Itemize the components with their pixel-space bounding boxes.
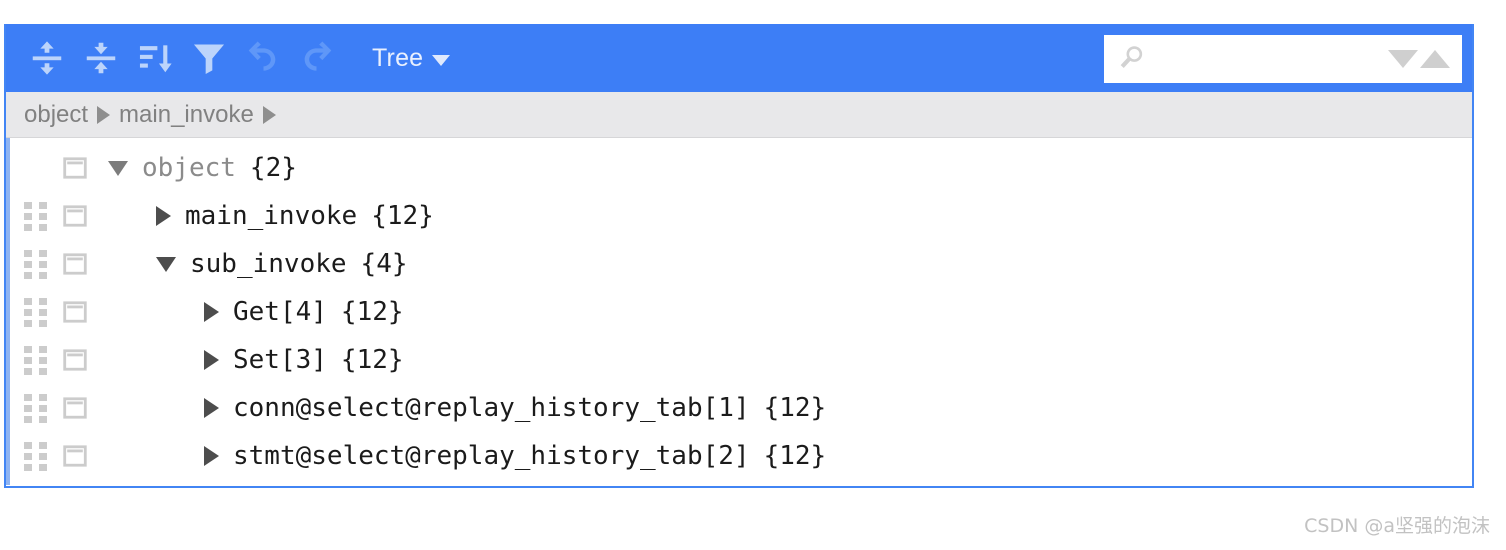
breadcrumb-item-object[interactable]: object bbox=[24, 101, 88, 129]
tree-node-label: Get[4] bbox=[233, 297, 327, 327]
drag-handle[interactable] bbox=[24, 201, 47, 231]
drag-handle[interactable] bbox=[24, 441, 47, 471]
tree-node[interactable]: object {2} bbox=[108, 153, 297, 183]
expand-all-button[interactable] bbox=[20, 31, 74, 85]
card-icon[interactable] bbox=[62, 155, 88, 181]
undo-button[interactable] bbox=[236, 31, 290, 85]
toggle-expand-icon[interactable] bbox=[204, 302, 219, 322]
undo-icon bbox=[243, 38, 283, 78]
tree-node-count: {2} bbox=[249, 153, 297, 183]
toggle-collapse-icon[interactable] bbox=[108, 160, 128, 176]
tree-node-label: conn@select@replay_history_tab[1] bbox=[233, 393, 750, 423]
search-box[interactable] bbox=[1104, 35, 1462, 83]
breadcrumb-separator-icon bbox=[97, 105, 111, 124]
breadcrumb-separator-icon bbox=[262, 105, 276, 124]
toggle-expand-icon[interactable] bbox=[156, 206, 171, 226]
watermark: CSDN @a坚强的泡沫 bbox=[1304, 515, 1490, 537]
breadcrumb-item-main-invoke[interactable]: main_invoke bbox=[119, 101, 254, 129]
drag-handle[interactable] bbox=[24, 345, 47, 375]
sort-icon bbox=[136, 39, 174, 77]
json-editor-panel: Tree object main_invoke object {2} main_… bbox=[4, 24, 1474, 488]
tree-node[interactable]: Set[3] {12} bbox=[204, 345, 404, 375]
tree-node-count: {12} bbox=[340, 345, 404, 375]
tree-node-label: main_invoke bbox=[185, 201, 358, 231]
card-icon[interactable] bbox=[62, 347, 88, 373]
tree-node-count: {12} bbox=[763, 393, 827, 423]
tree-row[interactable]: Set[3] {12} bbox=[6, 336, 1472, 384]
triangle-down-icon[interactable] bbox=[1388, 50, 1418, 68]
filter-icon bbox=[190, 39, 228, 77]
tree-row[interactable]: conn@select@replay_history_tab[1] {12} bbox=[6, 384, 1472, 432]
mode-menu[interactable]: Tree bbox=[372, 43, 451, 73]
redo-icon bbox=[297, 38, 337, 78]
chevron-down-icon bbox=[432, 54, 451, 66]
tree-node[interactable]: conn@select@replay_history_tab[1] {12} bbox=[204, 393, 826, 423]
tree-row[interactable]: Get[4] {12} bbox=[6, 288, 1472, 336]
tree-node-count: {12} bbox=[340, 297, 404, 327]
redo-button[interactable] bbox=[290, 31, 344, 85]
toolbar: Tree bbox=[6, 24, 1472, 92]
toggle-expand-icon[interactable] bbox=[204, 398, 219, 418]
search-nav bbox=[1388, 50, 1456, 68]
drag-handle[interactable] bbox=[24, 249, 47, 279]
tree-row[interactable]: object {2} bbox=[6, 144, 1472, 192]
card-icon[interactable] bbox=[62, 299, 88, 325]
breadcrumb: object main_invoke bbox=[6, 92, 1472, 138]
tree-view: object {2} main_invoke {12} sub_invoke {… bbox=[6, 138, 1472, 485]
triangle-up-icon[interactable] bbox=[1420, 50, 1450, 68]
tree-row[interactable]: stmt@select@replay_history_tab[2] {12} bbox=[6, 432, 1472, 480]
mode-menu-label: Tree bbox=[372, 43, 424, 72]
collapse-all-icon bbox=[82, 39, 120, 77]
tree-node[interactable]: stmt@select@replay_history_tab[2] {12} bbox=[204, 441, 826, 471]
toggle-expand-icon[interactable] bbox=[204, 446, 219, 466]
toggle-expand-icon[interactable] bbox=[204, 350, 219, 370]
tree-node-label: Set[3] bbox=[233, 345, 327, 375]
card-icon[interactable] bbox=[62, 395, 88, 421]
tree-row[interactable]: sub_invoke {4} bbox=[6, 240, 1472, 288]
tree-node-label: object bbox=[142, 153, 236, 183]
tree-row[interactable]: main_invoke {12} bbox=[6, 192, 1472, 240]
tree-node[interactable]: Get[4] {12} bbox=[204, 297, 404, 327]
card-icon[interactable] bbox=[62, 251, 88, 277]
tree-node-count: {4} bbox=[360, 249, 408, 279]
drag-handle[interactable] bbox=[24, 297, 47, 327]
card-icon[interactable] bbox=[62, 203, 88, 229]
tree-node-count: {12} bbox=[763, 441, 827, 471]
expand-all-icon bbox=[28, 39, 66, 77]
sort-button[interactable] bbox=[128, 31, 182, 85]
tree-node-count: {12} bbox=[371, 201, 434, 231]
tree-node[interactable]: sub_invoke {4} bbox=[156, 249, 408, 279]
tree-node[interactable]: main_invoke {12} bbox=[156, 201, 434, 231]
search-icon bbox=[1118, 43, 1146, 76]
search-input[interactable] bbox=[1146, 47, 1388, 71]
filter-button[interactable] bbox=[182, 31, 236, 85]
toggle-collapse-icon[interactable] bbox=[156, 256, 176, 272]
tree-node-label: stmt@select@replay_history_tab[2] bbox=[233, 441, 750, 471]
tree-node-label: sub_invoke bbox=[190, 249, 347, 279]
card-icon[interactable] bbox=[62, 443, 88, 469]
drag-handle[interactable] bbox=[24, 393, 47, 423]
collapse-all-button[interactable] bbox=[74, 31, 128, 85]
